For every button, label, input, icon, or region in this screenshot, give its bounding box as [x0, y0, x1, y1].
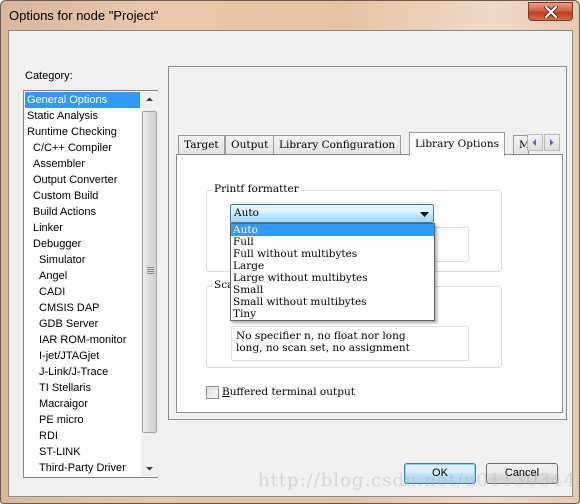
- close-icon: [544, 6, 558, 18]
- dropdown-option[interactable]: Small without multibytes: [231, 296, 434, 308]
- category-label: Category:: [25, 70, 73, 82]
- dropdown-option[interactable]: Full: [231, 236, 434, 248]
- printf-formatter-select[interactable]: Auto: [230, 204, 434, 223]
- arrow-left-icon: [532, 139, 536, 146]
- tab-target[interactable]: Target: [178, 135, 225, 154]
- arrow-right-icon: [550, 139, 554, 146]
- window-title: Options for node "Project": [9, 8, 159, 23]
- category-item[interactable]: RDI: [25, 428, 140, 444]
- dropdown-option[interactable]: Tiny: [231, 308, 434, 320]
- printf-group-title: Printf formatter: [212, 183, 301, 195]
- dropdown-option[interactable]: Full without multibytes: [231, 248, 434, 260]
- scanf-description: No specifier n, no float nor long long, …: [231, 326, 469, 361]
- scroll-down-button[interactable]: [141, 460, 158, 477]
- category-item[interactable]: C/C++ Compiler: [25, 140, 140, 156]
- ok-button[interactable]: OK: [404, 463, 476, 484]
- grip-line: [147, 271, 154, 272]
- category-item[interactable]: CADI: [25, 284, 140, 300]
- category-item[interactable]: IAR ROM-monitor: [25, 332, 140, 348]
- title-bar[interactable]: Options for node "Project": [1, 1, 580, 29]
- printf-selected-value: Auto: [234, 207, 259, 219]
- category-item[interactable]: General Options: [25, 92, 140, 108]
- dropdown-option[interactable]: Auto: [231, 224, 434, 236]
- buffered-output-checkbox[interactable]: [206, 386, 219, 399]
- tab-scroll-right-button[interactable]: [544, 134, 560, 151]
- category-item[interactable]: GDB Server: [25, 316, 140, 332]
- chevron-down-icon: [420, 212, 429, 217]
- tab-library-configuration[interactable]: Library Configuration: [273, 135, 402, 154]
- buffered-output-label[interactable]: Buffered terminal output: [222, 386, 355, 398]
- category-item[interactable]: Angel: [25, 268, 140, 284]
- tab-scroll-left-button[interactable]: [527, 134, 543, 151]
- category-item[interactable]: Linker: [25, 220, 140, 236]
- category-item[interactable]: Third-Party Driver: [25, 460, 140, 476]
- category-item[interactable]: Build Actions: [25, 204, 140, 220]
- arrow-down-icon: [146, 467, 153, 471]
- scroll-thumb[interactable]: [142, 111, 157, 433]
- accelerator-key: B: [222, 386, 230, 398]
- dropdown-option[interactable]: Large: [231, 260, 434, 272]
- tab-scroll-buttons: [527, 134, 560, 152]
- scroll-up-button[interactable]: [141, 91, 158, 108]
- category-item[interactable]: Static Analysis: [25, 108, 140, 124]
- category-list[interactable]: General Options Static Analysis Runtime Ch…: [23, 90, 158, 478]
- arrow-up-icon: [146, 97, 153, 101]
- category-item[interactable]: CMSIS DAP: [25, 300, 140, 316]
- printf-options-dropdown[interactable]: Auto Full Full without multibytes Large Larg…: [230, 223, 435, 321]
- category-item[interactable]: J-Link/J-Trace: [25, 364, 140, 380]
- category-item[interactable]: Runtime Checking: [25, 124, 140, 140]
- grip-line: [147, 267, 154, 268]
- category-item[interactable]: Debugger: [25, 236, 140, 252]
- category-item[interactable]: PE micro: [25, 412, 140, 428]
- category-scrollbar[interactable]: [141, 91, 158, 477]
- grip-line: [147, 273, 154, 274]
- category-item[interactable]: Custom Build: [25, 188, 140, 204]
- grip-line: [147, 269, 154, 270]
- label-text: uffered terminal output: [229, 386, 355, 398]
- dropdown-option[interactable]: Small: [231, 284, 434, 296]
- close-button[interactable]: [528, 2, 573, 21]
- tab-output[interactable]: Output: [225, 135, 275, 154]
- category-item[interactable]: Output Converter: [25, 172, 140, 188]
- category-item[interactable]: I-jet/JTAGjet: [25, 348, 140, 364]
- cancel-button[interactable]: Cancel: [486, 463, 558, 484]
- category-item[interactable]: ST-LINK: [25, 444, 140, 460]
- category-item[interactable]: Simulator: [25, 252, 140, 268]
- category-item[interactable]: Macraigor: [25, 396, 140, 412]
- category-item[interactable]: TI Stellaris: [25, 380, 140, 396]
- dropdown-option[interactable]: Large without multibytes: [231, 272, 434, 284]
- category-item[interactable]: Assembler: [25, 156, 140, 172]
- tab-library-options[interactable]: Library Options: [409, 132, 505, 156]
